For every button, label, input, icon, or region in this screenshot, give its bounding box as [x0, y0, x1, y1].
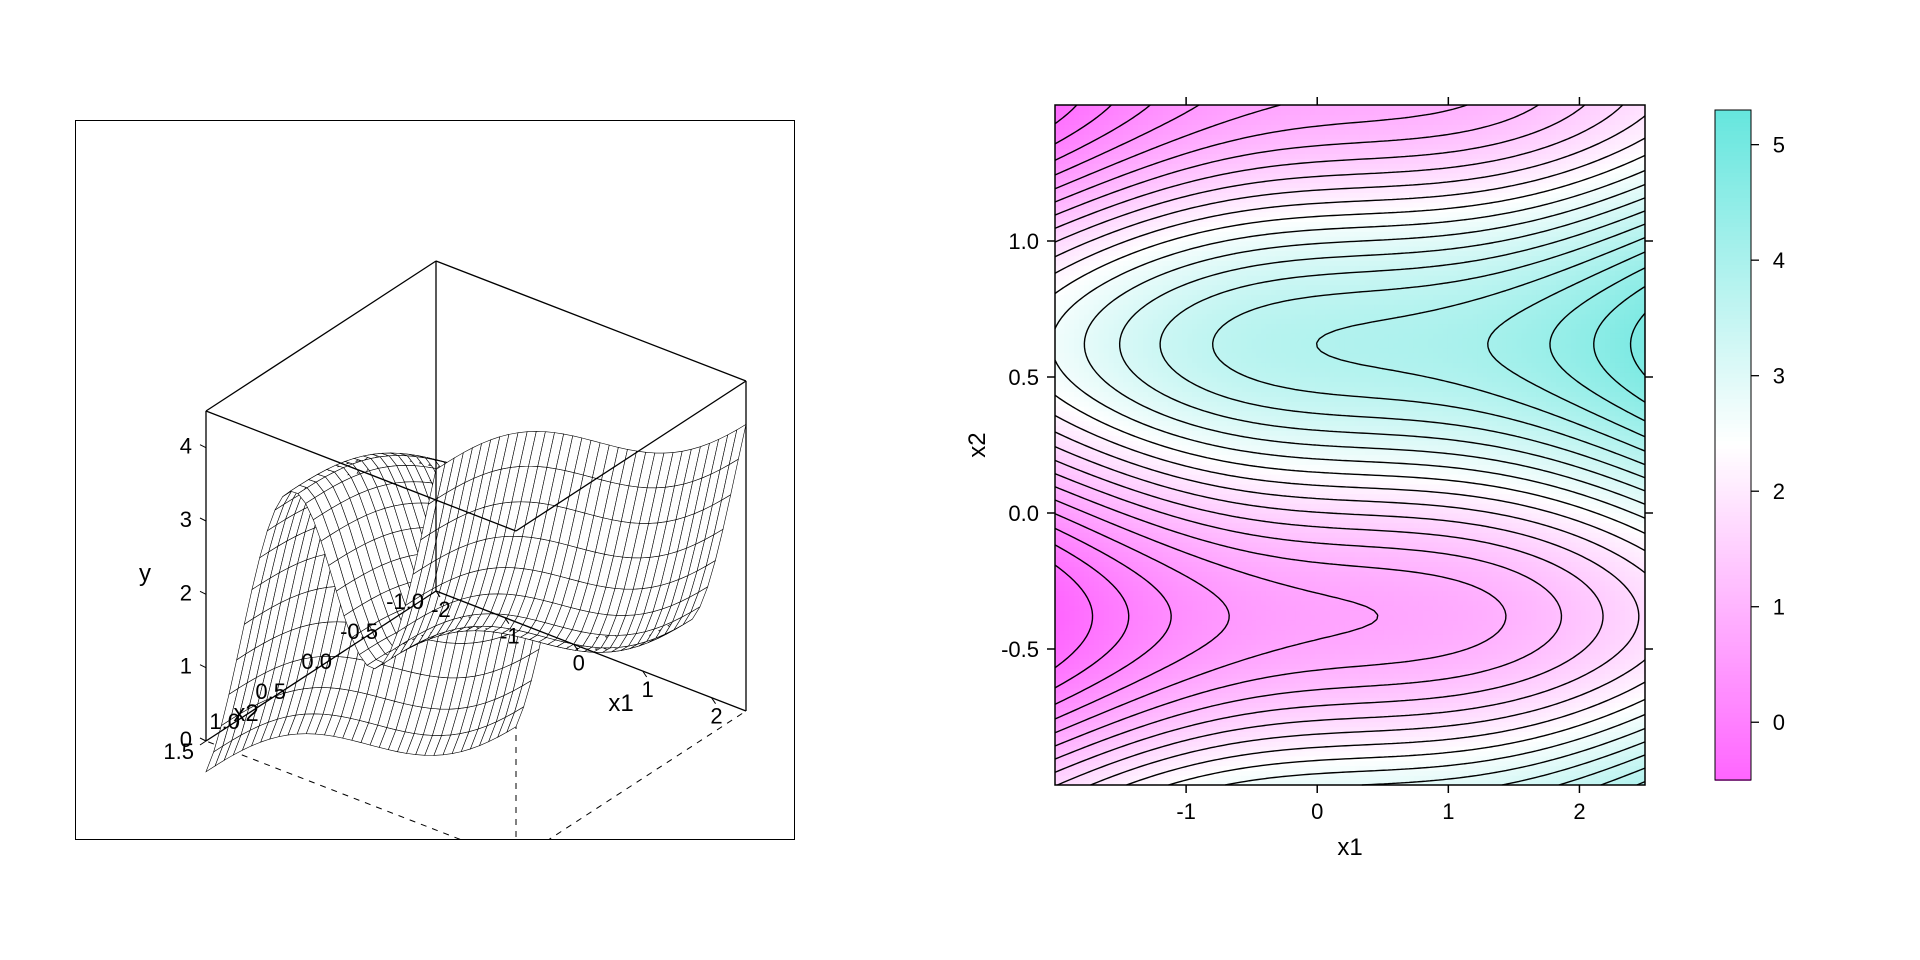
svg-text:3: 3: [180, 507, 192, 532]
svg-text:0.0: 0.0: [301, 649, 332, 674]
svg-text:0: 0: [573, 650, 585, 675]
svg-text:-1.0: -1.0: [386, 589, 424, 614]
svg-text:2: 2: [710, 704, 722, 729]
x1-axis-label: x1: [608, 690, 633, 717]
svg-text:0.5: 0.5: [255, 679, 286, 704]
svg-text:4: 4: [180, 434, 192, 459]
contour-plot-svg: -1012x1-0.50.00.51.0x2012345: [945, 85, 1845, 875]
svg-text:1: 1: [180, 654, 192, 679]
x2-axis-label: x2: [964, 432, 991, 457]
svg-text:-2: -2: [431, 597, 451, 622]
colorbar: [1715, 110, 1751, 781]
svg-text:1: 1: [642, 677, 654, 702]
svg-text:2: 2: [180, 580, 192, 605]
x1-axis-label: x1: [1337, 834, 1362, 861]
svg-text:1.5: 1.5: [163, 739, 194, 764]
surface-plot-panel: 01234y-1.0-0.50.00.51.01.5x2-2-1012x1: [75, 120, 795, 840]
z-axis-label: y: [139, 560, 151, 587]
svg-text:-0.5: -0.5: [340, 619, 378, 644]
contour-plot-panel: -1012x1-0.50.00.51.0x2012345: [945, 85, 1845, 875]
x2-axis-label: x2: [233, 700, 258, 727]
svg-text:-1: -1: [500, 624, 520, 649]
surface-plot-svg: 01234y-1.0-0.50.00.51.01.5x2-2-1012x1: [76, 121, 794, 839]
